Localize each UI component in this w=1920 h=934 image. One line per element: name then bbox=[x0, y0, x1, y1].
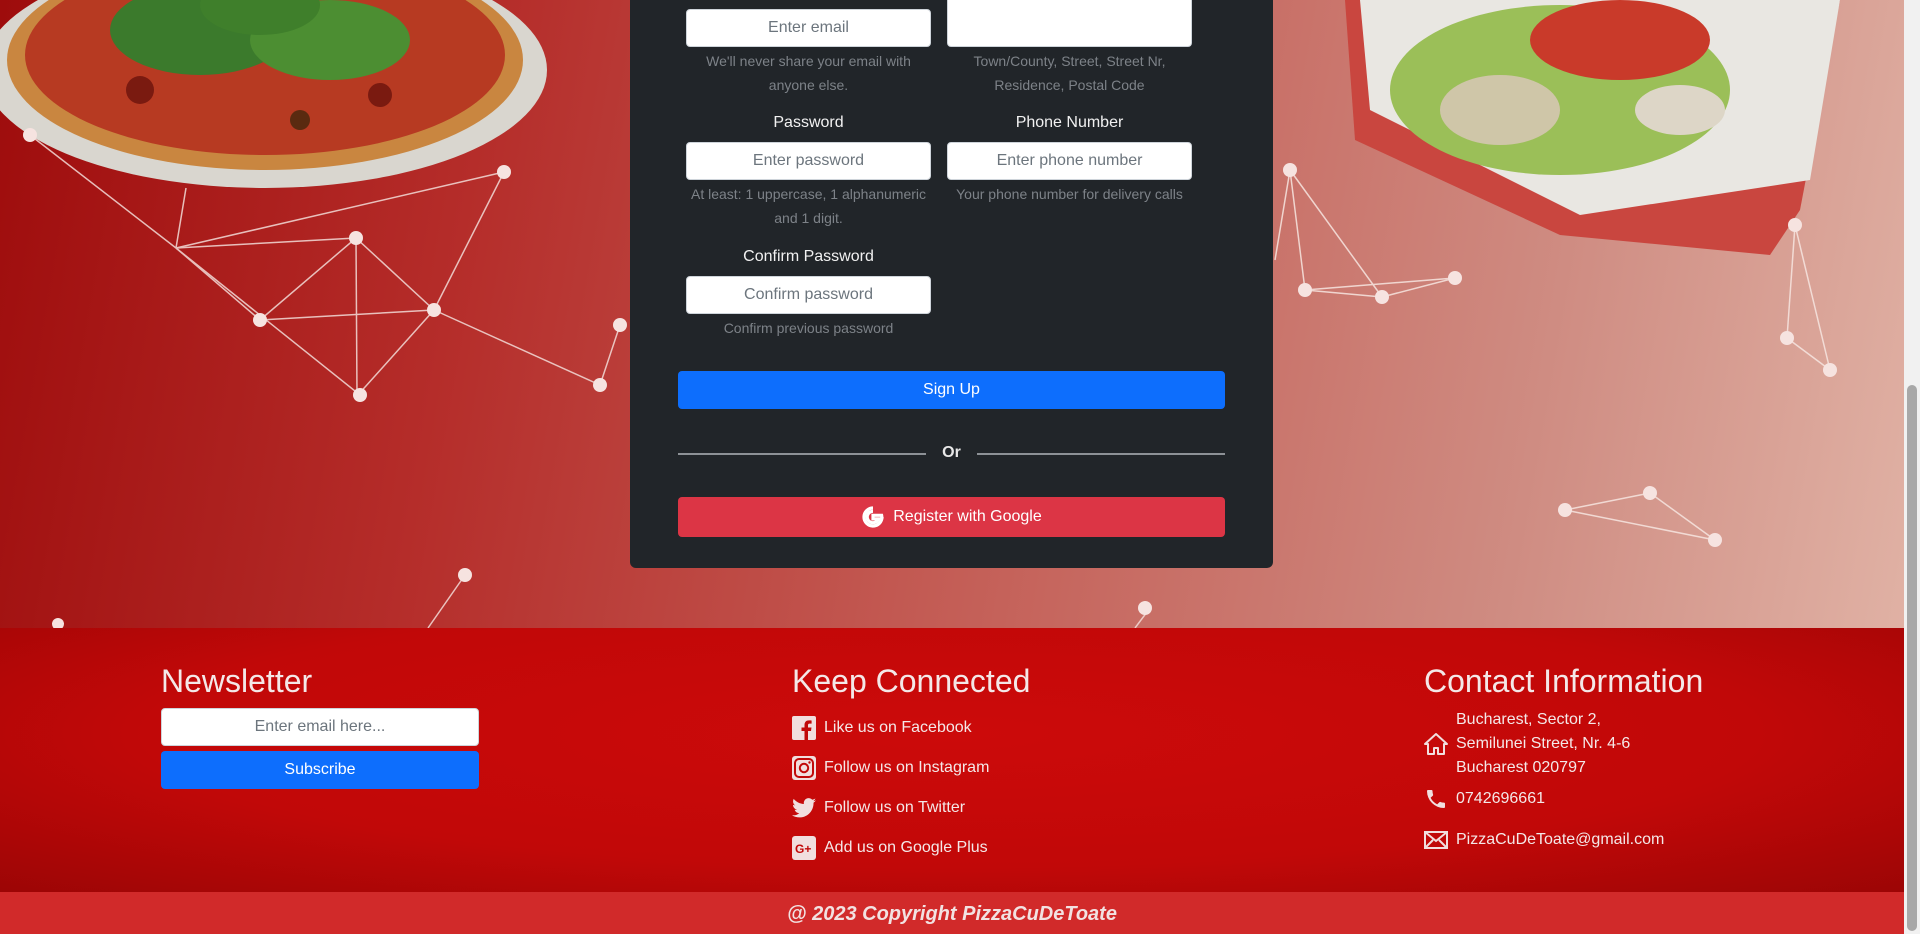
phone-label: Phone Number bbox=[1015, 114, 1124, 131]
confirm-password-field[interactable] bbox=[686, 276, 931, 314]
contact-address: Bucharest, Sector 2, Semilunei Street, N… bbox=[1424, 708, 1703, 780]
hero-background: We'll never share your email with anyone… bbox=[0, 0, 1904, 628]
facebook-link[interactable]: Like us on Facebook bbox=[792, 708, 1030, 748]
twitter-link-label: Follow us on Twitter bbox=[824, 799, 966, 816]
contact-email: PizzaCuDeToate@gmail.com bbox=[1424, 828, 1703, 852]
google-plus-link-label: Add us on Google Plus bbox=[824, 839, 988, 856]
keep-connected-title: Keep Connected bbox=[792, 663, 1031, 699]
twitter-link[interactable]: Follow us on Twitter bbox=[792, 788, 1030, 828]
register-google-button[interactable]: Register with Google bbox=[678, 497, 1225, 537]
password-hint: At least: 1 uppercase, 1 alphanumeric an… bbox=[690, 186, 927, 226]
password-label: Password bbox=[773, 114, 844, 131]
password-group: Password At least: 1 uppercase, 1 alphan… bbox=[686, 111, 931, 230]
instagram-icon bbox=[792, 756, 816, 780]
google-plus-icon: G+ bbox=[792, 836, 816, 860]
facebook-icon bbox=[792, 716, 816, 740]
twitter-icon bbox=[792, 796, 816, 820]
register-google-label: Register with Google bbox=[893, 508, 1042, 525]
facebook-link-label: Like us on Facebook bbox=[824, 719, 972, 736]
email-group: We'll never share your email with anyone… bbox=[686, 9, 931, 97]
envelope-icon bbox=[1424, 828, 1448, 852]
footer: Newsletter Subscribe Keep Connected Like… bbox=[0, 628, 1904, 892]
contact-phone: 0742696661 bbox=[1424, 787, 1703, 811]
confirm-password-hint: Confirm previous password bbox=[723, 320, 894, 336]
email-hint: We'll never share your email with anyone… bbox=[706, 53, 911, 93]
email-field[interactable] bbox=[686, 9, 931, 47]
phone-field[interactable] bbox=[947, 142, 1192, 180]
phone-group: Phone Number Your phone number for deliv… bbox=[947, 111, 1192, 206]
address-text: Bucharest, Sector 2, Semilunei Street, N… bbox=[1456, 708, 1630, 780]
divider-line-right bbox=[977, 453, 1225, 455]
page-scrollbar[interactable] bbox=[1904, 0, 1920, 934]
salad-image bbox=[1345, 0, 1840, 255]
subscribe-button[interactable]: Subscribe bbox=[161, 751, 479, 789]
keep-connected-section: Keep Connected Like us on Facebook Follo… bbox=[792, 662, 1030, 868]
sign-up-button[interactable]: Sign Up bbox=[678, 371, 1225, 409]
contact-title: Contact Information bbox=[1424, 663, 1704, 699]
address-group: Town/County, Street, Street Nr, Residenc… bbox=[947, 0, 1192, 97]
home-icon bbox=[1424, 732, 1448, 756]
google-plus-link[interactable]: G+ Add us on Google Plus bbox=[792, 828, 1030, 868]
pizza-image bbox=[0, 0, 547, 188]
scrollbar-thumb[interactable] bbox=[1907, 385, 1917, 931]
copyright-text: @ 2023 Copyright PizzaCuDeToate bbox=[787, 903, 1117, 925]
address-line: Bucharest 020797 bbox=[1456, 759, 1586, 776]
signup-card: We'll never share your email with anyone… bbox=[630, 0, 1273, 568]
newsletter-section: Newsletter Subscribe bbox=[161, 662, 479, 789]
phone-hint: Your phone number for delivery calls bbox=[956, 186, 1183, 202]
newsletter-email-input[interactable] bbox=[161, 708, 479, 746]
contact-phone-text: 0742696661 bbox=[1456, 790, 1545, 807]
svg-text:G+: G+ bbox=[795, 842, 811, 856]
confirm-password-label: Confirm Password bbox=[743, 248, 874, 265]
phone-icon bbox=[1424, 787, 1448, 811]
instagram-link-label: Follow us on Instagram bbox=[824, 759, 990, 776]
or-divider: Or bbox=[678, 440, 1225, 468]
address-hint: Town/County, Street, Street Nr, Residenc… bbox=[973, 53, 1166, 93]
address-line: Bucharest, Sector 2, bbox=[1456, 711, 1601, 728]
address-line: Semilunei Street, Nr. 4-6 bbox=[1456, 735, 1631, 752]
address-field[interactable] bbox=[947, 0, 1192, 47]
copyright-bar: @ 2023 Copyright PizzaCuDeToate bbox=[0, 892, 1904, 934]
contact-section: Contact Information Bucharest, Sector 2,… bbox=[1424, 662, 1703, 852]
google-icon bbox=[861, 505, 885, 529]
contact-email-text: PizzaCuDeToate@gmail.com bbox=[1456, 831, 1665, 848]
confirm-password-group: Confirm Password Confirm previous passwo… bbox=[686, 245, 931, 340]
instagram-link[interactable]: Follow us on Instagram bbox=[792, 748, 1030, 788]
newsletter-title: Newsletter bbox=[161, 663, 313, 699]
password-field[interactable] bbox=[686, 142, 931, 180]
